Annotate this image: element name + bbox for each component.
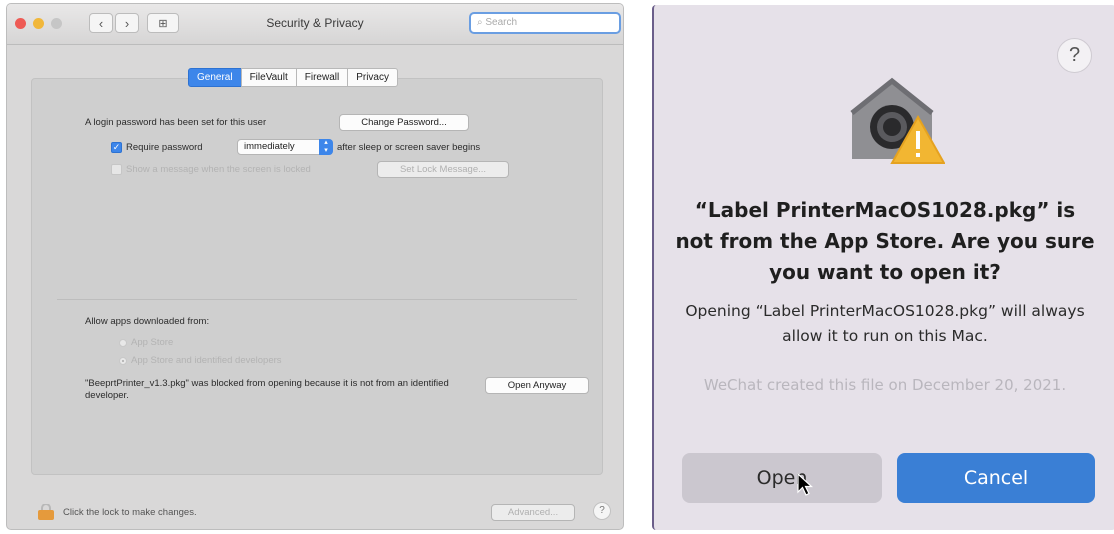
tab-general[interactable]: General	[188, 68, 242, 87]
help-button[interactable]: ?	[593, 502, 611, 520]
allow-apps-label: Allow apps downloaded from:	[85, 316, 210, 327]
advanced-button[interactable]: Advanced...	[491, 504, 575, 521]
open-button[interactable]: Open	[682, 453, 882, 503]
change-password-button[interactable]: Change Password...	[339, 114, 469, 131]
tab-privacy[interactable]: Privacy	[347, 68, 398, 87]
require-password-label: Require password	[126, 142, 203, 153]
dialog-help-button[interactable]: ?	[1057, 38, 1092, 73]
after-sleep-label: after sleep or screen saver begins	[337, 142, 481, 153]
login-password-label: A login password has been set for this u…	[85, 117, 267, 128]
blocked-app-message: "BeeprtPrinter_v1.3.pkg" was blocked fro…	[85, 378, 449, 401]
show-message-label: Show a message when the screen is locked	[126, 164, 311, 175]
app-store-radio[interactable]	[119, 339, 127, 347]
search-placeholder: Search	[485, 17, 518, 28]
mouse-cursor-icon	[797, 473, 813, 496]
tab-bar: General FileVault Firewall Privacy	[188, 68, 398, 87]
dialog-info: WeChat created this file on December 20,…	[703, 376, 1067, 394]
title-bar: ‹ › ⊞ Security & Privacy ⌕ Search	[7, 4, 623, 45]
lock-icon[interactable]	[37, 504, 55, 520]
lock-label: Click the lock to make changes.	[63, 507, 197, 518]
show-message-checkbox[interactable]	[111, 164, 122, 175]
identified-developers-option-label: App Store and identified developers	[131, 355, 282, 366]
require-password-popup[interactable]: immediately ▴ ▾	[237, 139, 333, 155]
popup-arrows-icon: ▴ ▾	[319, 139, 333, 155]
gatekeeper-dialog: ? “Label PrinterMacOS1028.pkg” is not fr…	[652, 5, 1114, 530]
app-store-option-label: App Store	[131, 337, 174, 348]
search-input[interactable]: ⌕ Search	[469, 12, 621, 34]
section-divider	[57, 299, 577, 300]
dialog-body: Opening “Label PrinterMacOS1028.pkg” wil…	[685, 302, 1085, 345]
search-icon: ⌕	[477, 17, 483, 28]
require-password-checkbox[interactable]: ✓	[111, 142, 122, 153]
gatekeeper-warning-icon	[850, 77, 945, 164]
security-privacy-window: ‹ › ⊞ Security & Privacy ⌕ Search Genera…	[6, 3, 624, 530]
set-lock-message-button[interactable]: Set Lock Message...	[377, 161, 509, 178]
identified-developers-radio[interactable]	[119, 357, 127, 365]
require-password-value: immediately	[244, 141, 295, 152]
tab-filevault[interactable]: FileVault	[240, 68, 297, 87]
tab-firewall[interactable]: Firewall	[295, 68, 349, 87]
open-anyway-button[interactable]: Open Anyway	[485, 377, 589, 394]
dialog-heading: “Label PrinterMacOS1028.pkg” is not from…	[675, 198, 1095, 284]
cancel-button[interactable]: Cancel	[897, 453, 1095, 503]
general-panel	[31, 78, 603, 475]
